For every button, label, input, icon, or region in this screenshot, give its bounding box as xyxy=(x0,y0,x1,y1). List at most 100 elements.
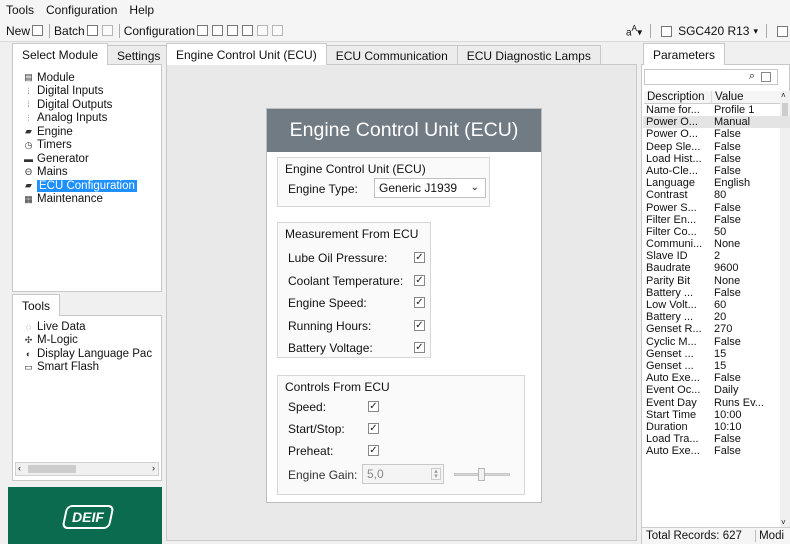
new-button[interactable]: New xyxy=(6,24,30,38)
menu-configuration[interactable]: Configuration xyxy=(46,3,117,17)
scroll-right-icon[interactable]: › xyxy=(152,463,155,473)
parameter-row[interactable]: Filter Co... 50 xyxy=(643,226,790,238)
tools-item-live-data[interactable]: ◌ Live Data xyxy=(23,320,152,334)
parameter-row[interactable]: Power O... False xyxy=(643,128,790,140)
parameter-row[interactable]: Battery ... 20 xyxy=(643,311,790,323)
parameter-row[interactable]: Name for... Profile 1 xyxy=(643,104,790,116)
parameters-search-input[interactable]: ⌕ xyxy=(644,69,778,85)
filter-icon[interactable] xyxy=(761,72,771,82)
parameter-value: 270 xyxy=(714,323,733,336)
engine-gain-spinner[interactable]: 5,0 ▴ ▾ xyxy=(362,464,444,484)
tree-item-timers[interactable]: ◷ Timers xyxy=(23,139,137,153)
parameter-row[interactable]: Low Volt... 60 xyxy=(643,299,790,311)
engine-type-select[interactable]: Generic J1939 ⌄ xyxy=(374,178,486,198)
parameter-description: Slave ID xyxy=(646,250,688,263)
engine-gain-label: Engine Gain: xyxy=(288,468,358,482)
tree-item-module[interactable]: ▤ Module xyxy=(23,71,137,85)
parameter-row[interactable]: Genset R... 270 xyxy=(643,323,790,335)
tab-settings[interactable]: Settings xyxy=(107,45,171,65)
parameter-row[interactable]: Auto Exe... False xyxy=(643,445,790,457)
tab-engine-control-unit[interactable]: Engine Control Unit (ECU) xyxy=(166,43,327,65)
control-checkbox[interactable]: ✓ xyxy=(368,445,379,456)
new-file-icon[interactable] xyxy=(32,25,44,36)
parameter-row[interactable]: Contrast 80 xyxy=(643,189,790,201)
parameter-row[interactable]: Event Oc... Daily xyxy=(643,384,790,396)
parameter-row[interactable]: Battery ... False xyxy=(643,287,790,299)
parameter-row[interactable]: Start Time 10:00 xyxy=(643,409,790,421)
measurement-checkbox[interactable]: ✓ xyxy=(414,252,425,263)
parameter-row[interactable]: Duration 10:10 xyxy=(643,421,790,433)
open-icon[interactable] xyxy=(197,25,209,36)
parameter-row[interactable]: Filter En... False xyxy=(643,214,790,226)
tree-item-engine[interactable]: ▰ Engine xyxy=(23,125,137,139)
batch-button[interactable]: Batch xyxy=(54,24,85,38)
column-description[interactable]: Description xyxy=(644,91,712,103)
toolbar-right: aA▾ SGC420 R13 ▾ xyxy=(626,20,790,42)
compare-icon[interactable] xyxy=(257,25,269,36)
control-checkbox[interactable]: ✓ xyxy=(368,401,379,412)
parameter-row[interactable]: Genset ... 15 xyxy=(643,348,790,360)
parameter-value: English xyxy=(714,177,751,190)
tools-item-smart-flash[interactable]: ▭ Smart Flash xyxy=(23,361,152,375)
print-icon[interactable] xyxy=(242,25,254,36)
parameter-row[interactable]: Auto Exe... False xyxy=(643,372,790,384)
tools-item-display-language-pac[interactable]: ◐ Display Language Pac xyxy=(23,347,152,361)
tab-parameters[interactable]: Parameters xyxy=(643,43,726,65)
tree-item-maintenance[interactable]: ▦ Maintenance xyxy=(23,193,137,207)
parameter-row[interactable]: Deep Sle... False xyxy=(643,141,790,153)
parameter-row[interactable]: Slave ID 2 xyxy=(643,250,790,262)
engine-gain-slider[interactable] xyxy=(454,468,510,481)
tree-item-digital-outputs[interactable]: ⦙ Digital Outputs xyxy=(23,98,137,112)
batch-open-icon[interactable] xyxy=(86,25,98,36)
parameter-row[interactable]: Power O... Manual xyxy=(643,116,790,129)
tab-ecu-communication[interactable]: ECU Communication xyxy=(325,45,458,65)
tab-tools[interactable]: Tools xyxy=(12,294,61,316)
tools-item-m-logic[interactable]: ✣ M-Logic xyxy=(23,334,152,348)
parameter-row[interactable]: Genset ... 15 xyxy=(643,360,790,372)
tab-select-module[interactable]: Select Module xyxy=(12,43,109,65)
parameter-row[interactable]: Load Hist... False xyxy=(643,153,790,165)
chevron-down-icon[interactable]: ▾ xyxy=(753,26,758,37)
tree-item-mains[interactable]: Θ Mains xyxy=(23,166,137,180)
save-as-icon[interactable] xyxy=(227,25,239,36)
menu-help[interactable]: Help xyxy=(129,3,154,17)
search-icon[interactable]: ⌕ xyxy=(749,70,755,83)
measurement-checkbox[interactable]: ✓ xyxy=(414,319,425,331)
parameter-row[interactable]: Communi... None xyxy=(643,238,790,250)
configuration-button[interactable]: Configuration xyxy=(124,24,195,38)
tree-item-generator[interactable]: ▬ Generator xyxy=(23,152,137,166)
measurement-checkbox[interactable]: ✓ xyxy=(414,274,425,286)
parameter-row[interactable]: Baudrate 9600 xyxy=(643,262,790,274)
parameter-row[interactable]: Cyclic M... False xyxy=(643,336,790,348)
tab-ecu-diagnostic-lamps[interactable]: ECU Diagnostic Lamps xyxy=(456,45,601,65)
spinner-arrows-icon[interactable]: ▴ ▾ xyxy=(431,468,441,480)
parameter-row[interactable]: Event Day Runs Ev... xyxy=(643,397,790,409)
device-selector[interactable]: SGC420 R13 xyxy=(678,24,749,38)
parameter-row[interactable]: Auto-Cle... False xyxy=(643,165,790,177)
tree-item-ecu-configuration[interactable]: ▰ ECU Configuration xyxy=(23,179,137,193)
connect-icon[interactable] xyxy=(777,25,788,37)
save-icon[interactable] xyxy=(212,25,224,36)
scrollbar-thumb[interactable] xyxy=(28,465,76,473)
column-value[interactable]: Value xyxy=(712,91,776,103)
parameter-row[interactable]: Power S... False xyxy=(643,202,790,214)
control-checkbox[interactable]: ✓ xyxy=(368,423,379,434)
export-icon[interactable] xyxy=(272,25,284,36)
horizontal-scrollbar[interactable]: ‹ › xyxy=(15,462,159,476)
batch-save-icon[interactable] xyxy=(101,25,113,36)
parameter-row[interactable]: Load Tra... False xyxy=(643,433,790,445)
scroll-left-icon[interactable]: ‹ xyxy=(18,463,21,473)
font-size-icon[interactable]: aA▾ xyxy=(626,23,642,38)
scroll-up-icon[interactable]: ˄ xyxy=(781,91,786,100)
toolbar: New Batch Configuration aA▾ SGC420 R13 ▾ xyxy=(0,20,790,42)
slider-thumb[interactable] xyxy=(478,468,485,481)
menu-tools[interactable]: Tools xyxy=(6,3,34,17)
measurement-checkbox[interactable]: ✓ xyxy=(414,297,425,308)
measurement-label: Lube Oil Pressure: xyxy=(288,251,388,265)
parameter-row[interactable]: Language English xyxy=(643,177,790,189)
scroll-down-icon[interactable]: ˅ xyxy=(781,518,786,527)
measurement-checkbox[interactable]: ✓ xyxy=(414,342,425,353)
tree-item-digital-inputs[interactable]: ⦙ Digital Inputs xyxy=(23,85,137,99)
tree-item-analog-inputs[interactable]: ⫶ Analog Inputs xyxy=(23,112,137,126)
parameter-row[interactable]: Parity Bit None xyxy=(643,275,790,287)
